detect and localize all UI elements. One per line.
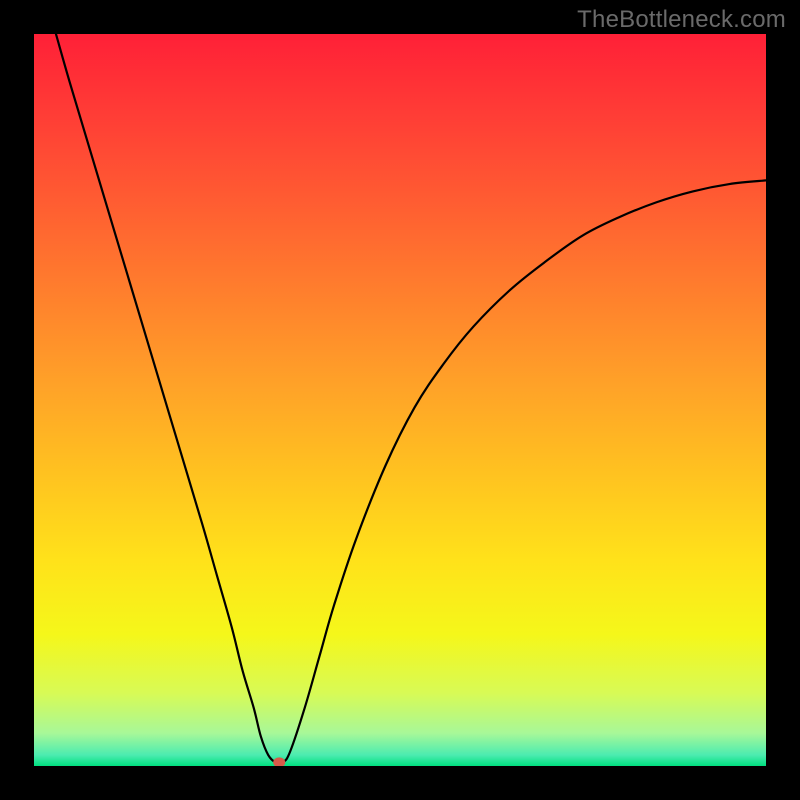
chart-svg xyxy=(34,34,766,766)
watermark-text: TheBottleneck.com xyxy=(577,6,786,34)
chart-area xyxy=(34,34,766,766)
gradient-background xyxy=(34,34,766,766)
